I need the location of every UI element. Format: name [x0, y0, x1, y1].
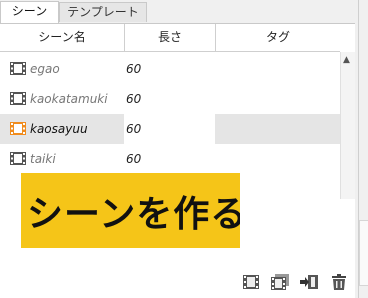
import-scene-icon[interactable]: [299, 274, 319, 290]
scene-length: 60: [126, 92, 142, 106]
scene-list-panel: シーン名 長さ タグ ▲ egao 60 kaokatamuki 60 kaos…: [0, 23, 355, 298]
film-icon: [10, 92, 26, 105]
scene-name: kaosayuu: [30, 122, 88, 136]
side-tab[interactable]: [359, 220, 368, 286]
scene-name: kaokatamuki: [30, 92, 108, 106]
tab-bar: シーン テンプレート: [0, 0, 368, 23]
table-row-selected[interactable]: kaosayuu 60: [0, 114, 340, 144]
side-panel-edge: [355, 0, 368, 298]
scroll-up-arrow-icon[interactable]: ▲: [343, 55, 350, 65]
table-row[interactable]: taiki 60: [0, 144, 340, 174]
column-header-scene-name[interactable]: シーン名: [0, 24, 125, 51]
table-row[interactable]: kaokatamuki 60: [0, 84, 340, 114]
scene-length: 60: [126, 122, 142, 136]
table-row[interactable]: egao 60: [0, 54, 340, 84]
column-header-tag[interactable]: タグ: [216, 24, 340, 51]
table-header: シーン名 長さ タグ: [0, 24, 340, 52]
create-scene-banner[interactable]: シーンを作る: [21, 173, 240, 248]
film-icon: [10, 62, 26, 75]
scene-name: taiki: [30, 152, 56, 166]
tab-scene[interactable]: シーン: [0, 1, 59, 23]
film-icon: [10, 152, 26, 165]
trash-icon[interactable]: [329, 274, 349, 290]
tab-template[interactable]: テンプレート: [59, 2, 147, 22]
film-icon: [10, 122, 26, 135]
scene-film-stack-icon[interactable]: [270, 274, 290, 290]
column-header-length[interactable]: 長さ: [125, 24, 216, 51]
scene-length: 60: [126, 62, 142, 76]
scene-name: egao: [30, 62, 60, 76]
vertical-scrollbar[interactable]: ▲: [340, 52, 355, 199]
scene-film-icon[interactable]: [241, 274, 261, 290]
scene-length: 60: [126, 152, 142, 166]
